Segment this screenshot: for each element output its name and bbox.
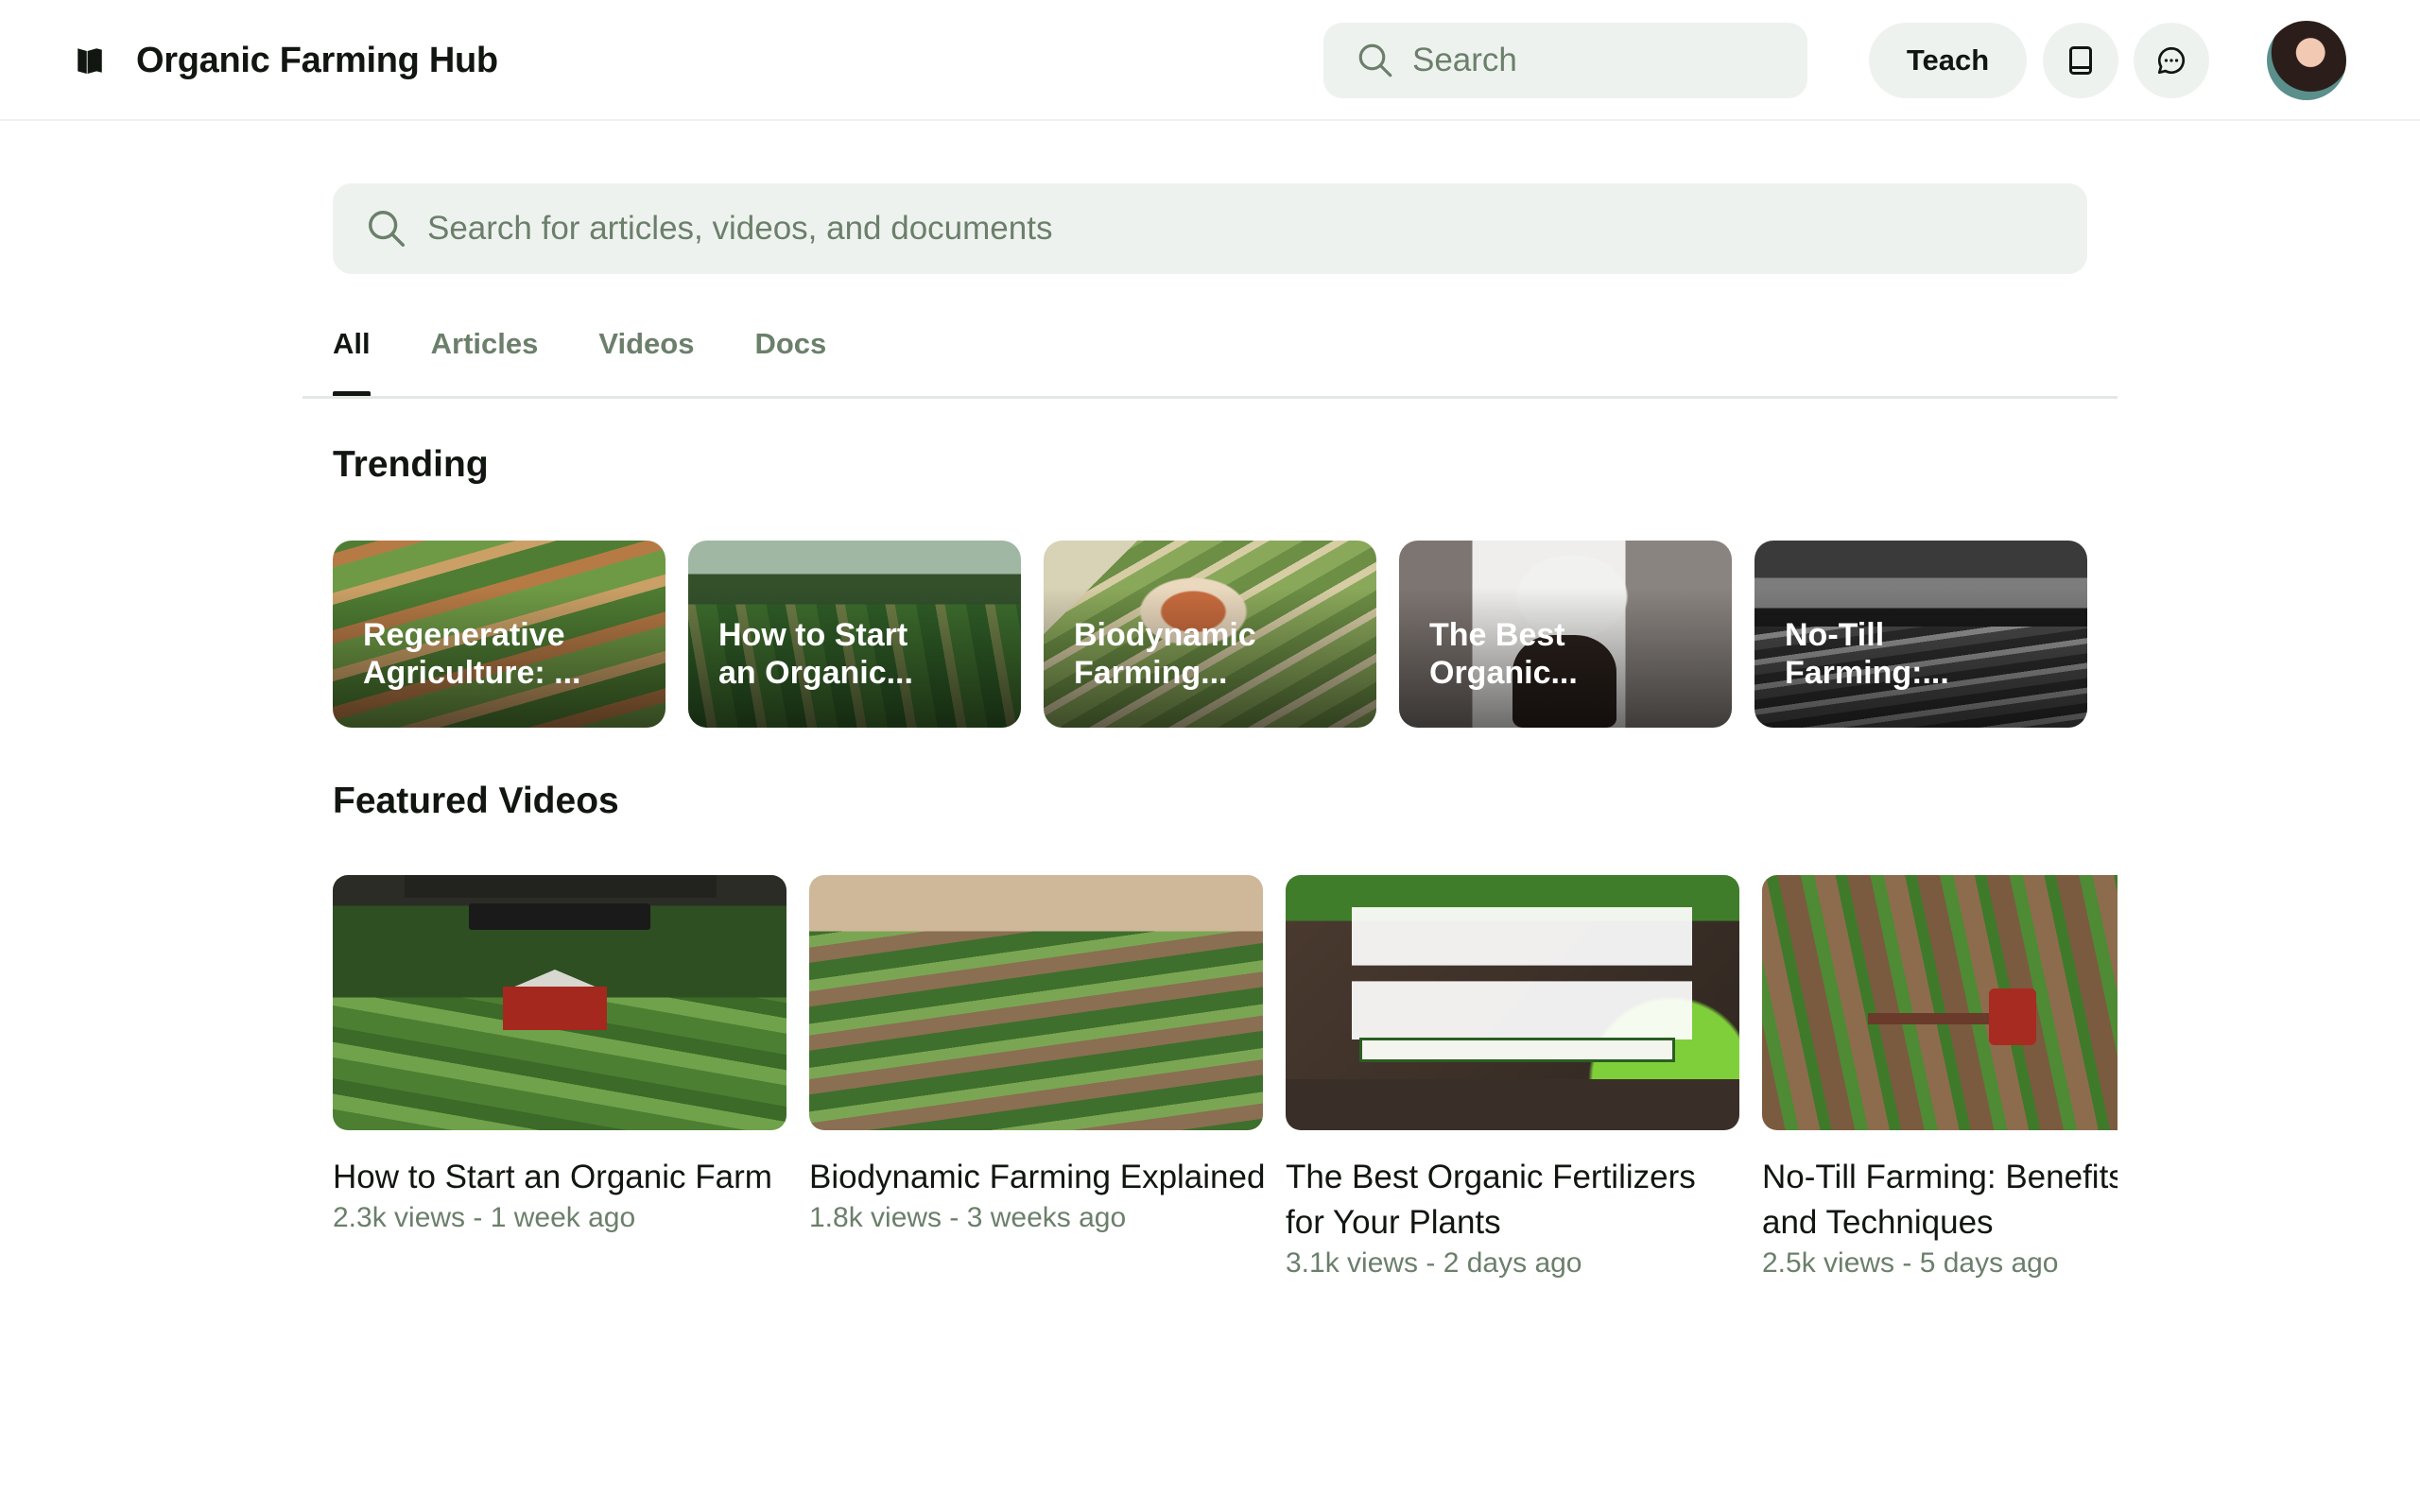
tab-all[interactable]: All	[333, 318, 371, 397]
video-thumbnail[interactable]	[809, 875, 1263, 1130]
book-logo-icon	[78, 48, 102, 75]
video-title[interactable]: How to Start an Organic Farm	[333, 1155, 824, 1200]
top-navigation-bar: Organic Farming Hub Search Teach	[0, 0, 2420, 121]
trending-card[interactable]: How to Start an Organic...	[688, 541, 1021, 728]
video-card[interactable]: How to Start an Organic Farm 2.3k views …	[333, 875, 786, 1234]
trending-card-title: No-Till Farming:...	[1785, 617, 1949, 691]
user-avatar[interactable]	[2267, 21, 2346, 100]
video-meta: 3.1k views - 2 days ago	[1286, 1247, 1582, 1279]
thumbnail-tag	[469, 903, 650, 930]
trending-card-title: The Best Organic...	[1429, 617, 1578, 691]
book-icon	[2069, 46, 2092, 75]
trending-card-title: How to Start an Organic...	[718, 617, 913, 691]
search-icon	[1358, 43, 1392, 77]
video-title[interactable]: The Best Organic Fertilizers for Your Pl…	[1286, 1155, 1730, 1246]
trending-card[interactable]: No-Till Farming:...	[1754, 541, 2087, 728]
video-thumbnail[interactable]	[1286, 875, 1739, 1130]
video-title[interactable]: Biodynamic Farming Explained	[809, 1155, 1301, 1200]
video-card[interactable]: Biodynamic Farming Explained 1.8k views …	[809, 875, 1265, 1234]
video-title[interactable]: No-Till Farming: Benefits and Techniques	[1762, 1155, 2118, 1246]
trending-carousel: Regenerative Agriculture: ... How to Sta…	[333, 541, 2087, 728]
video-card[interactable]: The Best Organic Fertilizers for Your Pl…	[1286, 875, 1739, 1280]
video-meta: 2.3k views - 1 week ago	[333, 1202, 636, 1233]
trending-card-title: Biodynamic Farming...	[1074, 617, 1256, 691]
trending-card[interactable]: Regenerative Agriculture: ...	[333, 541, 666, 728]
tab-articles[interactable]: Articles	[431, 318, 539, 397]
video-thumbnail[interactable]	[333, 875, 786, 1130]
teach-button[interactable]: Teach	[1869, 23, 2027, 98]
thumbnail-headline-block	[1352, 907, 1692, 1040]
barn	[503, 987, 607, 1030]
header-search-placeholder: Search	[1412, 42, 1517, 78]
tractor	[1989, 988, 2036, 1045]
tabs-divider	[302, 396, 2118, 399]
tab-docs[interactable]: Docs	[754, 318, 826, 397]
video-card[interactable]: No-Till Farming: Benefits and Techniques…	[1762, 875, 2118, 1280]
thumbnail-caption-strip	[1359, 1038, 1675, 1062]
chat-icon	[2157, 46, 2186, 75]
featured-videos-heading: Featured Videos	[333, 781, 619, 821]
tractor-implement	[1868, 1013, 1991, 1024]
content-search-placeholder: Search for articles, videos, and documen…	[427, 210, 1053, 247]
trending-card[interactable]: Biodynamic Farming...	[1044, 541, 1376, 728]
video-meta: 1.8k views - 3 weeks ago	[809, 1202, 1127, 1233]
content-filter-tabs: All Articles Videos Docs	[333, 318, 887, 397]
header-search-input[interactable]: Search	[1323, 23, 1807, 98]
featured-videos-list: How to Start an Organic Farm 2.3k views …	[333, 875, 2118, 1310]
brand-name: Organic Farming Hub	[136, 40, 498, 80]
trending-card[interactable]: The Best Organic...	[1399, 541, 1732, 728]
video-thumbnail[interactable]	[1762, 875, 2118, 1130]
search-icon	[369, 211, 405, 247]
trending-card-title: Regenerative Agriculture: ...	[363, 617, 581, 691]
messages-button[interactable]	[2134, 23, 2209, 98]
tab-videos[interactable]: Videos	[598, 318, 694, 397]
brand[interactable]: Organic Farming Hub	[74, 34, 498, 87]
trending-heading: Trending	[333, 444, 489, 485]
video-meta: 2.5k views - 5 days ago	[1762, 1247, 2059, 1279]
content-search-input[interactable]: Search for articles, videos, and documen…	[333, 183, 2087, 274]
library-button[interactable]	[2043, 23, 2118, 98]
thumbnail-banner	[405, 875, 717, 898]
